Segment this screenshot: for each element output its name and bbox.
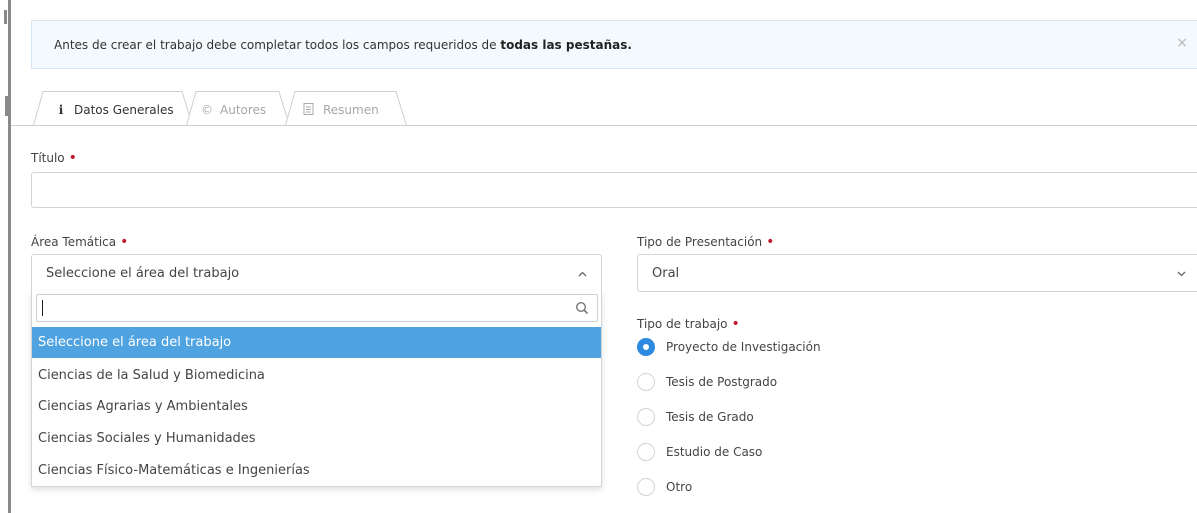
label-text: Tipo de Presentación	[637, 235, 763, 249]
tab-label: Resumen	[323, 103, 379, 117]
area-tematica-label: Área Temática •	[31, 234, 128, 250]
radio-label: Tesis de Grado	[666, 410, 754, 424]
titulo-input[interactable]	[31, 172, 1197, 208]
radio-label: Proyecto de Investigación	[666, 340, 821, 354]
titulo-label: Título •	[31, 150, 77, 166]
required-mark: •	[731, 316, 740, 332]
radio-circle	[637, 408, 655, 426]
radio-circle	[637, 338, 655, 356]
tab-datos-generales[interactable]: i Datos Generales	[33, 91, 193, 126]
area-dropdown: Seleccione el área del trabajo Ciencias …	[31, 291, 602, 487]
tipo-presentacion-select[interactable]: Oral	[637, 254, 1197, 292]
label-text: Título	[31, 151, 65, 165]
radio-circle	[637, 443, 655, 461]
label-text: Área Temática	[31, 235, 117, 249]
label-text: Tipo de trabajo	[637, 317, 728, 331]
left-border	[8, 0, 11, 513]
dropdown-option[interactable]: Ciencias Sociales y Humanidades	[32, 423, 601, 454]
copyright-icon: ©	[201, 103, 213, 117]
alert-message: Antes de crear el trabajo debe completar…	[54, 38, 632, 52]
dropdown-option[interactable]: Ciencias de la Salud y Biomedicina	[32, 360, 601, 391]
select-value: Oral	[652, 266, 680, 281]
tab-autores[interactable]: © Autores	[186, 91, 290, 126]
tab-label: Datos Generales	[74, 103, 174, 117]
info-alert: Antes de crear el trabajo debe completar…	[31, 20, 1197, 69]
left-border-notch	[4, 10, 7, 24]
text-caret	[42, 300, 43, 316]
info-icon: i	[58, 103, 64, 117]
tipo-presentacion-label: Tipo de Presentación •	[637, 234, 774, 250]
select-value: Seleccione el área del trabajo	[46, 266, 240, 281]
dropdown-option[interactable]: Ciencias Físico-Matemáticas e Ingeniería…	[32, 455, 601, 486]
alert-text: Antes de crear el trabajo debe completar…	[54, 38, 501, 52]
required-mark: •	[68, 150, 77, 166]
required-mark: •	[766, 234, 775, 250]
dropdown-option[interactable]: Seleccione el área del trabajo	[32, 327, 601, 358]
alert-text-bold: todas las pestañas.	[500, 38, 632, 52]
tab-label: Autores	[220, 103, 267, 117]
tab-resumen[interactable]: Resumen	[285, 91, 407, 126]
dropdown-search-input[interactable]	[36, 294, 598, 322]
chevron-up-icon	[578, 267, 587, 280]
required-mark: •	[120, 234, 129, 250]
radio-label: Otro	[666, 480, 693, 494]
left-border-notch	[5, 96, 8, 116]
chevron-down-icon	[1177, 267, 1186, 280]
search-icon	[575, 300, 589, 319]
tab-divider	[11, 125, 1197, 126]
radio-label: Tesis de Postgrado	[666, 375, 778, 389]
tipo-trabajo-label: Tipo de trabajo •	[637, 316, 740, 332]
area-tematica-select[interactable]: Seleccione el área del trabajo	[31, 254, 602, 292]
radio-label: Estudio de Caso	[666, 445, 763, 459]
dropdown-option[interactable]: Ciencias Agrarias y Ambientales	[32, 391, 601, 422]
radio-circle	[637, 478, 655, 496]
radio-circle	[637, 373, 655, 391]
close-icon[interactable]: ×	[1176, 35, 1188, 51]
